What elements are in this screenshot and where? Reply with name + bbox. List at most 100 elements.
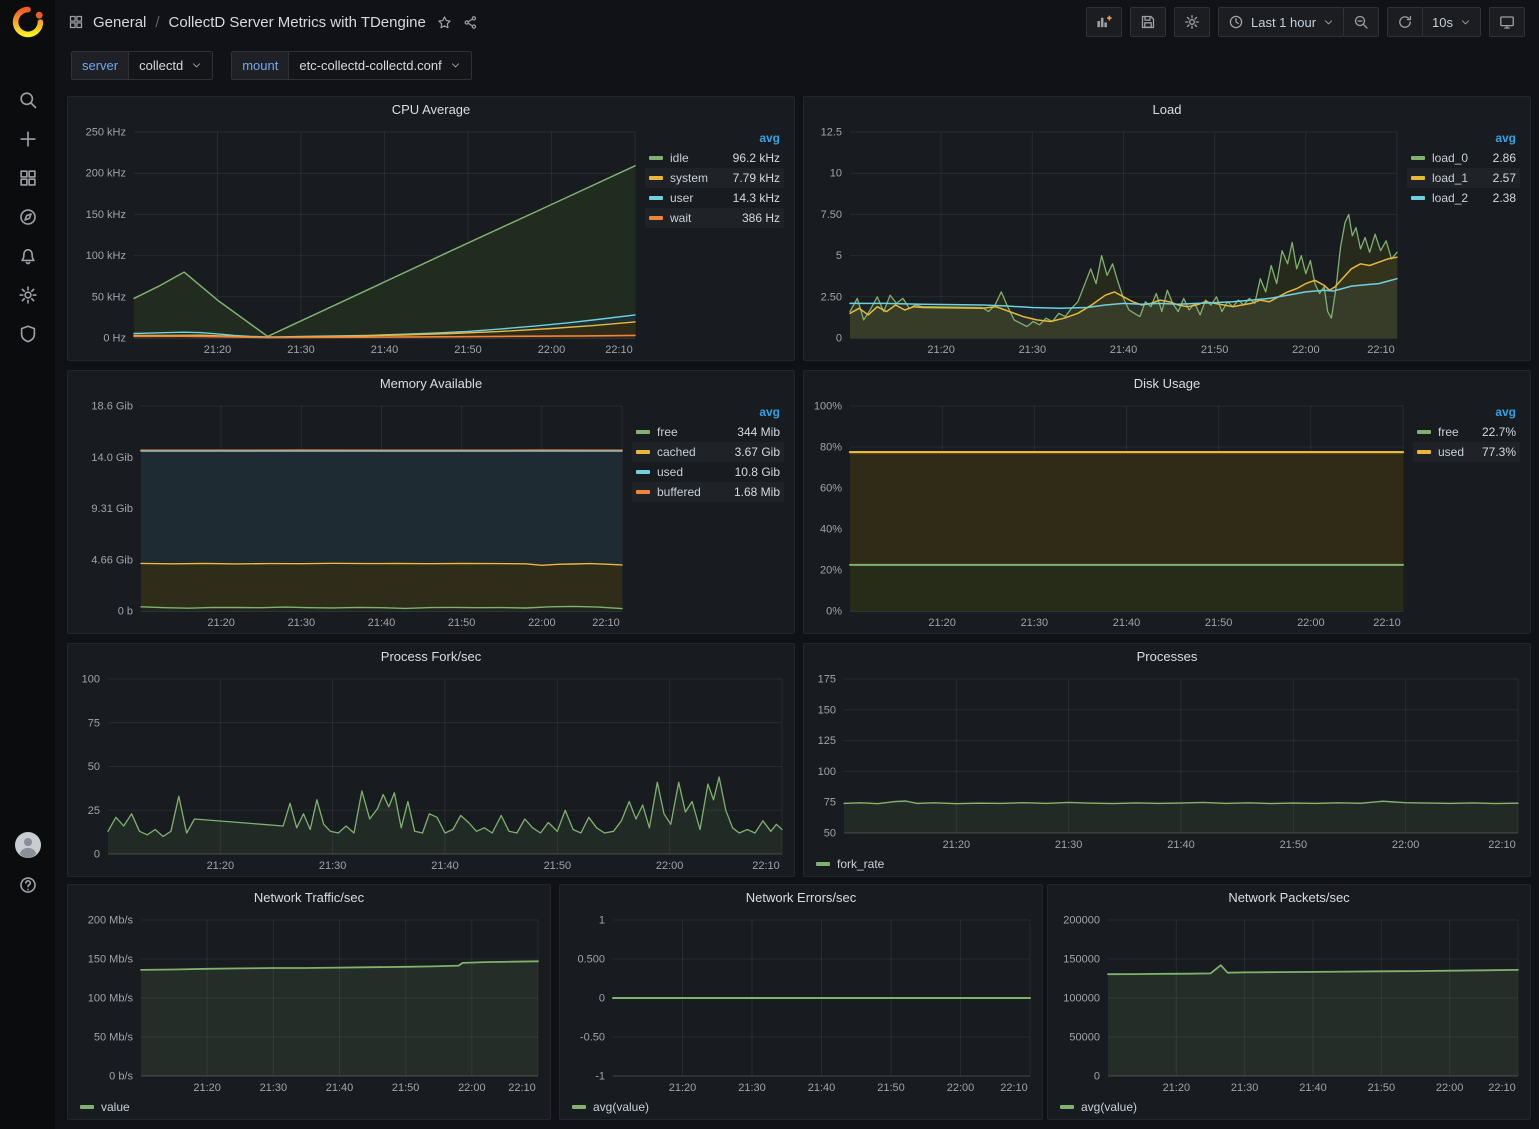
- legend-item-idle[interactable]: idle96.2 kHz: [645, 148, 784, 168]
- legend-series-name: idle: [670, 151, 689, 165]
- legend-series-name: cached: [657, 445, 696, 459]
- panel-title[interactable]: Processes: [1137, 649, 1198, 664]
- cycle-view-button[interactable]: [1489, 7, 1525, 37]
- sidebar-item-dashboards[interactable]: [18, 168, 38, 188]
- time-series-chart[interactable]: -1-0.5000.500121:2021:3021:4021:5022:002…: [564, 910, 1038, 1096]
- legend-item-fork_rate[interactable]: fork_rate: [837, 857, 884, 871]
- panel-network-errors: Network Errors/sec -1-0.5000.500121:2021…: [559, 884, 1043, 1120]
- panel-header[interactable]: Process Fork/sec: [68, 644, 794, 669]
- legend-item-buffered[interactable]: buffered1.68 Mib: [632, 482, 784, 502]
- time-series-chart[interactable]: 0 b4.66 Gib9.31 Gib14.0 Gib18.6 Gib21:20…: [72, 396, 630, 631]
- save-dashboard-button[interactable]: [1130, 7, 1166, 37]
- refresh-button[interactable]: [1387, 7, 1423, 37]
- legend-series-name: load_1: [1432, 171, 1468, 185]
- legend-item-wait[interactable]: wait386 Hz: [645, 208, 784, 228]
- zoom-out-button[interactable]: [1343, 7, 1379, 37]
- legend-item-load_2[interactable]: load_22.38: [1407, 188, 1520, 208]
- time-series-chart[interactable]: 0%20%40%60%80%100%21:2021:3021:4021:5022…: [808, 396, 1411, 631]
- svg-text:25: 25: [88, 805, 100, 817]
- panel-title[interactable]: Process Fork/sec: [381, 649, 481, 664]
- panel-header[interactable]: Memory Available: [68, 371, 794, 396]
- legend-avg-header[interactable]: avg: [1407, 130, 1520, 148]
- avatar: [15, 832, 41, 858]
- sidebar-item-server-admin[interactable]: [18, 324, 38, 344]
- star-icon[interactable]: [437, 15, 452, 30]
- panel-header[interactable]: Load: [804, 97, 1530, 122]
- legend-item-user[interactable]: user14.3 kHz: [645, 188, 784, 208]
- legend-item-avg(value)[interactable]: avg(value): [1081, 1100, 1137, 1114]
- time-range-picker[interactable]: Last 1 hour: [1218, 7, 1344, 37]
- legend-item-free[interactable]: free344 Mib: [632, 422, 784, 442]
- legend-avg-header[interactable]: avg: [645, 130, 784, 148]
- legend-series-avg-value: 2.57: [1483, 171, 1516, 185]
- share-icon[interactable]: [463, 15, 478, 30]
- variable-mount-dropdown[interactable]: etc-collectd-collectd.conf: [288, 51, 471, 80]
- svg-text:21:40: 21:40: [1113, 617, 1141, 629]
- time-series-chart[interactable]: 02.5057.501012.521:2021:3021:4021:5022:0…: [808, 122, 1405, 358]
- svg-text:250 kHz: 250 kHz: [86, 127, 126, 139]
- svg-text:22:10: 22:10: [508, 1082, 536, 1094]
- dashboard-settings-button[interactable]: [1174, 7, 1210, 37]
- page-title[interactable]: CollectD Server Metrics with TDengine: [169, 14, 426, 31]
- add-panel-button[interactable]: [1086, 7, 1122, 37]
- legend-avg-header[interactable]: avg: [632, 404, 784, 422]
- sidebar-item-configuration[interactable]: [18, 285, 38, 305]
- panel-title[interactable]: Network Traffic/sec: [254, 890, 364, 905]
- sidebar-item-create[interactable]: [18, 129, 38, 149]
- sidebar-item-profile[interactable]: [15, 832, 41, 858]
- time-series-chart[interactable]: 0 b/s50 Mb/s100 Mb/s150 Mb/s200 Mb/s21:2…: [72, 910, 546, 1096]
- svg-text:0: 0: [1094, 1071, 1100, 1083]
- panel-title[interactable]: Load: [1153, 102, 1182, 117]
- panel-title[interactable]: Memory Available: [380, 376, 482, 391]
- svg-text:21:20: 21:20: [1163, 1082, 1191, 1094]
- panel-header[interactable]: Network Traffic/sec: [68, 885, 550, 910]
- panel-header[interactable]: Processes: [804, 644, 1530, 669]
- svg-text:50 Mb/s: 50 Mb/s: [94, 1032, 134, 1044]
- time-series-chart[interactable]: 025507510021:2021:3021:4021:5022:0022:10: [72, 669, 790, 874]
- series-color-dash: [572, 1105, 586, 1109]
- legend-item-avg(value)[interactable]: avg(value): [593, 1100, 649, 1114]
- legend-item-used[interactable]: used10.8 Gib: [632, 462, 784, 482]
- panel-title[interactable]: Network Packets/sec: [1228, 890, 1349, 905]
- sidebar-item-explore[interactable]: [18, 207, 38, 227]
- svg-text:10: 10: [830, 168, 842, 180]
- panel-memory-available: Memory Available 0 b4.66 Gib9.31 Gib14.0…: [67, 370, 795, 634]
- panel-header[interactable]: CPU Average: [68, 97, 794, 122]
- legend-item-system[interactable]: system7.79 kHz: [645, 168, 784, 188]
- chevron-down-icon: [191, 60, 202, 71]
- clock-icon: [1228, 14, 1244, 30]
- time-series-chart[interactable]: 05000010000015000020000021:2021:3021:402…: [1052, 910, 1526, 1096]
- legend-item-load_1[interactable]: load_1 2.57: [1407, 168, 1520, 188]
- svg-text:21:50: 21:50: [1280, 839, 1308, 851]
- legend-item-used[interactable]: used77.3%: [1413, 442, 1520, 462]
- refresh-interval-dropdown[interactable]: 10s: [1422, 7, 1481, 37]
- legend-item-cached[interactable]: cached3.67 Gib: [632, 442, 784, 462]
- panel-header[interactable]: Disk Usage: [804, 371, 1530, 396]
- grafana-logo[interactable]: [12, 6, 44, 38]
- panel-header[interactable]: Network Packets/sec: [1048, 885, 1530, 910]
- variable-server-dropdown[interactable]: collectd: [128, 51, 213, 80]
- time-series-chart[interactable]: 507510012515017521:2021:3021:4021:5022:0…: [808, 669, 1526, 853]
- panel-header[interactable]: Network Errors/sec: [560, 885, 1042, 910]
- svg-text:21:30: 21:30: [1231, 1082, 1259, 1094]
- legend-series-avg-value: 386 Hz: [732, 211, 780, 225]
- time-series-chart[interactable]: 0 Hz50 kHz100 kHz150 kHz200 kHz250 kHz21…: [72, 122, 643, 358]
- legend-item-load_0[interactable]: load_02.86: [1407, 148, 1520, 168]
- legend-avg-header[interactable]: avg: [1413, 404, 1520, 422]
- legend: avgfree22.7%used77.3%: [1411, 396, 1526, 631]
- svg-text:0: 0: [599, 993, 605, 1005]
- panel-title[interactable]: Network Errors/sec: [746, 890, 857, 905]
- panel-title[interactable]: CPU Average: [392, 102, 471, 117]
- sidebar-item-help[interactable]: [18, 875, 38, 895]
- breadcrumb-folder[interactable]: General: [93, 14, 146, 31]
- svg-text:0: 0: [94, 849, 100, 861]
- legend-item-free[interactable]: free22.7%: [1413, 422, 1520, 442]
- panel-title[interactable]: Disk Usage: [1134, 376, 1200, 391]
- legend-item-value[interactable]: value: [101, 1100, 130, 1114]
- sidebar-item-alerting[interactable]: [18, 246, 38, 266]
- help-icon: [18, 875, 38, 895]
- svg-text:175: 175: [818, 674, 836, 686]
- sidebar-item-search[interactable]: [18, 90, 38, 110]
- svg-text:21:20: 21:20: [207, 860, 235, 872]
- dashboard-grid-icon[interactable]: [68, 14, 84, 30]
